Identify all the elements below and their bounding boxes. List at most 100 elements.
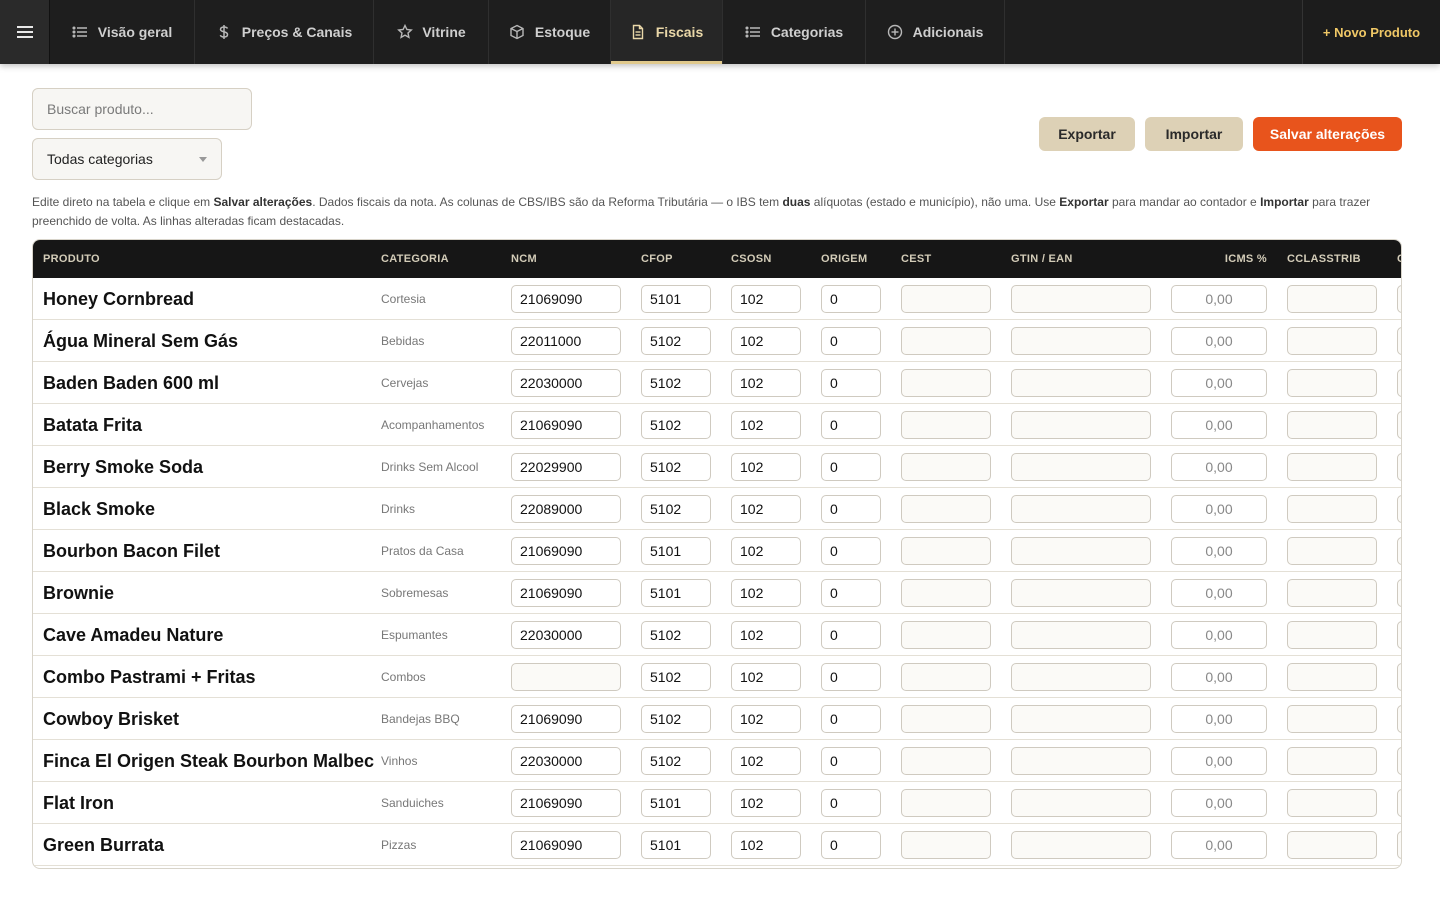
cfop-input[interactable]: 5101 [641,789,711,817]
csosn-input[interactable]: 102 [731,579,801,607]
icms-input[interactable]: 0,00 [1171,663,1267,691]
csosn-input[interactable]: 102 [731,411,801,439]
extra-column-input[interactable] [1397,369,1401,397]
origem-input[interactable]: 0 [821,747,881,775]
ncm-input[interactable]: 21069090 [511,537,621,565]
new-product-button[interactable]: + Novo Produto [1302,0,1440,64]
origem-input[interactable]: 0 [821,411,881,439]
cest-input[interactable] [901,327,991,355]
origem-input[interactable]: 0 [821,663,881,691]
gtin-input[interactable] [1011,453,1151,481]
cest-input[interactable] [901,369,991,397]
extra-column-input[interactable] [1397,411,1401,439]
origem-input[interactable]: 0 [821,369,881,397]
cclasstrib-input[interactable] [1287,537,1377,565]
gtin-input[interactable] [1011,495,1151,523]
origem-input[interactable]: 0 [821,831,881,859]
gtin-input[interactable] [1011,831,1151,859]
ncm-input[interactable]: 21069090 [511,831,621,859]
tab-pre-os-canais[interactable]: Preços & Canais [195,0,374,64]
cfop-input[interactable]: 5101 [641,285,711,313]
gtin-input[interactable] [1011,537,1151,565]
tab-vis-o-geral[interactable]: Visão geral [50,0,195,64]
extra-column-input[interactable] [1397,621,1401,649]
cclasstrib-input[interactable] [1287,789,1377,817]
menu-button[interactable] [0,0,50,64]
category-filter-select[interactable]: Todas categorias [32,138,222,180]
extra-column-input[interactable] [1397,705,1401,733]
cest-input[interactable] [901,453,991,481]
cest-input[interactable] [901,537,991,565]
icms-input[interactable]: 0,00 [1171,579,1267,607]
cfop-input[interactable]: 5101 [641,831,711,859]
csosn-input[interactable]: 102 [731,453,801,481]
cest-input[interactable] [901,747,991,775]
cfop-input[interactable]: 5102 [641,453,711,481]
cclasstrib-input[interactable] [1287,747,1377,775]
extra-column-input[interactable] [1397,747,1401,775]
cfop-input[interactable]: 5101 [641,579,711,607]
csosn-input[interactable]: 102 [731,285,801,313]
cest-input[interactable] [901,789,991,817]
gtin-input[interactable] [1011,369,1151,397]
cfop-input[interactable]: 5102 [641,327,711,355]
ncm-input[interactable]: 21069090 [511,285,621,313]
csosn-input[interactable]: 102 [731,663,801,691]
cfop-input[interactable]: 5102 [641,705,711,733]
gtin-input[interactable] [1011,327,1151,355]
origem-input[interactable]: 0 [821,495,881,523]
tab-fiscais[interactable]: Fiscais [611,0,723,64]
icms-input[interactable]: 0,00 [1171,747,1267,775]
cclasstrib-input[interactable] [1287,579,1377,607]
cclasstrib-input[interactable] [1287,495,1377,523]
cfop-input[interactable]: 5102 [641,495,711,523]
gtin-input[interactable] [1011,705,1151,733]
icms-input[interactable]: 0,00 [1171,495,1267,523]
import-button[interactable]: Importar [1145,117,1243,151]
origem-input[interactable]: 0 [821,621,881,649]
tab-vitrine[interactable]: Vitrine [374,0,489,64]
icms-input[interactable]: 0,00 [1171,327,1267,355]
gtin-input[interactable] [1011,579,1151,607]
extra-column-input[interactable] [1397,495,1401,523]
cest-input[interactable] [901,495,991,523]
save-changes-button[interactable]: Salvar alterações [1253,117,1402,151]
extra-column-input[interactable] [1397,789,1401,817]
origem-input[interactable]: 0 [821,327,881,355]
cest-input[interactable] [901,705,991,733]
cfop-input[interactable]: 5102 [641,369,711,397]
csosn-input[interactable]: 102 [731,621,801,649]
csosn-input[interactable]: 102 [731,831,801,859]
cclasstrib-input[interactable] [1287,831,1377,859]
gtin-input[interactable] [1011,789,1151,817]
icms-input[interactable]: 0,00 [1171,453,1267,481]
csosn-input[interactable]: 102 [731,705,801,733]
cest-input[interactable] [901,831,991,859]
search-input[interactable] [32,88,252,130]
origem-input[interactable]: 0 [821,285,881,313]
tab-categorias[interactable]: Categorias [723,0,866,64]
extra-column-input[interactable] [1397,831,1401,859]
csosn-input[interactable]: 102 [731,495,801,523]
ncm-input[interactable]: 21069090 [511,411,621,439]
cclasstrib-input[interactable] [1287,411,1377,439]
icms-input[interactable]: 0,00 [1171,705,1267,733]
icms-input[interactable]: 0,00 [1171,831,1267,859]
ncm-input[interactable] [511,663,621,691]
ncm-input[interactable]: 22029900 [511,453,621,481]
gtin-input[interactable] [1011,285,1151,313]
cclasstrib-input[interactable] [1287,327,1377,355]
gtin-input[interactable] [1011,621,1151,649]
csosn-input[interactable]: 102 [731,789,801,817]
cest-input[interactable] [901,411,991,439]
cclasstrib-input[interactable] [1287,453,1377,481]
origem-input[interactable]: 0 [821,789,881,817]
icms-input[interactable]: 0,00 [1171,621,1267,649]
cclasstrib-input[interactable] [1287,621,1377,649]
origem-input[interactable]: 0 [821,537,881,565]
csosn-input[interactable]: 102 [731,327,801,355]
ncm-input[interactable]: 22030000 [511,369,621,397]
extra-column-input[interactable] [1397,285,1401,313]
extra-column-input[interactable] [1397,537,1401,565]
cclasstrib-input[interactable] [1287,369,1377,397]
